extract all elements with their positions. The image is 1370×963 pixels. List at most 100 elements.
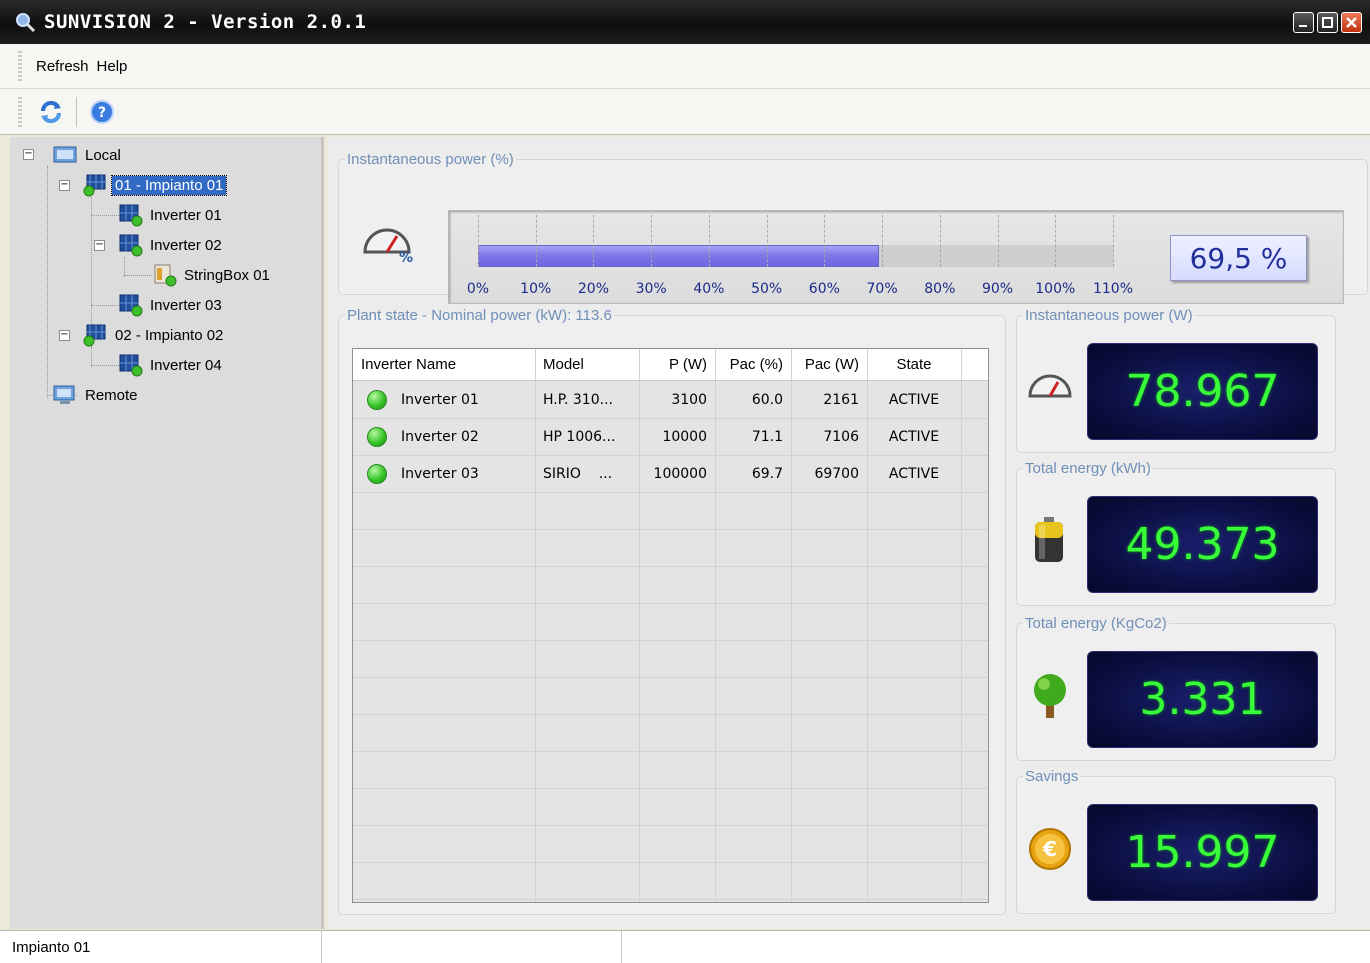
tree-label: Inverter 02 [150,236,222,254]
scale-tick-line [478,215,479,267]
status-bar: Impianto 01 [0,930,1370,963]
cell-pac-pct: 69.7 [751,465,783,482]
tree-label: 01 - Impianto 01 [110,174,228,196]
status-text: Impianto 01 [0,931,322,963]
col-state[interactable]: State [867,349,961,380]
cell-pac-pct: 71.1 [751,428,783,445]
tree-node-impianto-02[interactable]: 02 - Impianto 02 [82,323,226,347]
status-led-icon [367,426,387,447]
gauge-percent-icon: % [363,228,413,264]
tree-label: Inverter 04 [150,356,222,374]
col-pac-pct[interactable]: Pac (%) [715,349,791,380]
gauge-icon [1028,374,1072,398]
scale-tick-label: 110% [1092,281,1134,297]
grid-row-line [353,603,988,604]
euro-coin-icon: € [1029,828,1071,870]
scale-tick-label: 0% [466,281,490,297]
savings-display: 15.997 [1087,804,1318,901]
svg-text:€: € [1042,837,1057,861]
cell-state: ACTIVE [888,465,940,482]
savings-panel: Savings € 15.997 [1016,768,1336,914]
minimize-icon [1299,25,1307,27]
tree-node-stringbox-01[interactable]: StringBox 01 [151,263,273,287]
table-row[interactable]: Inverter 01 H.P. 310... 3100 60.0 2161 A… [353,381,988,418]
scale-tick-line [766,215,768,267]
maximize-icon [1322,17,1333,28]
cell-p: 100000 [653,465,707,482]
cell-p: 3100 [671,391,707,408]
plant-icon [83,324,106,347]
plant-tree: − − − − Local 01 - Impianto 01 Inverter … [10,137,324,929]
maximize-button[interactable] [1317,12,1338,33]
table-row[interactable]: Inverter 02 HP 1006... 10000 71.1 7106 A… [353,418,988,455]
scale-tick-label: 80% [924,281,956,297]
total-energy-kgco2-display: 3.331 [1087,651,1318,748]
cell-name: Inverter 02 [401,428,479,445]
refresh-button[interactable] [36,97,66,127]
grid-row-line [353,677,988,678]
table-row[interactable]: Inverter 03 SIRIO ... 100000 69.7 69700 … [353,455,988,492]
cell-name: Inverter 01 [401,391,479,408]
power-bar-track [478,245,1113,267]
grid-row-line [353,899,988,900]
grid-row-line [353,714,988,715]
tree-label: Inverter 01 [150,206,222,224]
instant-power-w-display: 78.967 [1087,343,1318,440]
tree-node-local[interactable]: Local [52,143,124,167]
scale-tick-label: 40% [693,281,725,297]
computer-network-icon [53,146,77,163]
power-scale: 69,5 % 0% 10% 20% 30% 40% 50% 60% 70% 80% 90% 100%… [448,210,1344,304]
grid-row-line [353,529,988,530]
cell-model: HP 1006... [543,428,616,445]
tree-icon [1034,674,1066,718]
tree-node-remote[interactable]: Remote [52,383,141,407]
tree-node-impianto-01[interactable]: 01 - Impianto 01 [82,173,228,197]
solar-panel-icon [119,354,143,377]
expander-impianto-02[interactable]: − [59,330,70,341]
expander-impianto-01[interactable]: − [59,180,70,191]
grid-row-line [353,788,988,789]
scale-tick-line [593,215,595,267]
help-button[interactable]: ? [87,97,117,127]
svg-text:%: % [399,250,413,264]
tree-node-inverter-01[interactable]: Inverter 01 [117,203,225,227]
scale-tick-label: 50% [751,281,783,297]
menu-refresh[interactable]: Refresh [36,58,89,75]
solar-panel-icon [119,294,143,317]
toolbar-separator [76,96,77,127]
close-icon [1346,17,1357,28]
expander-local[interactable]: − [23,149,34,160]
col-model[interactable]: Model [535,349,639,380]
tree-node-inverter-02[interactable]: Inverter 02 [117,233,225,257]
col-pac-w[interactable]: Pac (W) [791,349,867,380]
cell-pac-w: 2161 [823,391,859,408]
scale-tick-line [1113,215,1114,267]
menu-help[interactable]: Help [97,58,128,75]
minimize-button[interactable] [1293,12,1314,33]
status-cell-empty [322,931,622,963]
total-energy-kwh-panel: Total energy (kWh) 49.373 [1016,460,1336,606]
close-button[interactable] [1341,12,1362,33]
toolbar: ? [0,89,1370,135]
main-panel: Instantaneous power (%) % 69,5 % 0% 10% 20… [328,137,1370,929]
scale-tick-line [708,215,710,267]
cell-model: H.P. 310... [543,391,613,408]
scale-tick-label: 90% [981,281,1014,297]
tree-node-inverter-03[interactable]: Inverter 03 [117,293,225,317]
grid-row-line [353,825,988,826]
grid-row-line [353,862,988,863]
app-icon [16,13,36,33]
title-bar: SUNVISION 2 - Version 2.0.1 [0,0,1370,44]
group-legend: Instantaneous power (W) [1025,307,1193,324]
tree-label: StringBox 01 [184,266,270,284]
solar-panel-icon [119,204,143,227]
cell-pac-w: 7106 [823,428,859,445]
expander-inverter-02[interactable]: − [94,240,105,251]
group-legend: Total energy (kWh) [1025,460,1151,477]
tree-node-inverter-04[interactable]: Inverter 04 [117,353,225,377]
tree-label: Local [85,146,121,164]
cell-p: 10000 [662,428,707,445]
col-p[interactable]: P (W) [639,349,715,380]
col-inverter-name[interactable]: Inverter Name [353,349,535,380]
scale-tick-line [939,215,941,267]
